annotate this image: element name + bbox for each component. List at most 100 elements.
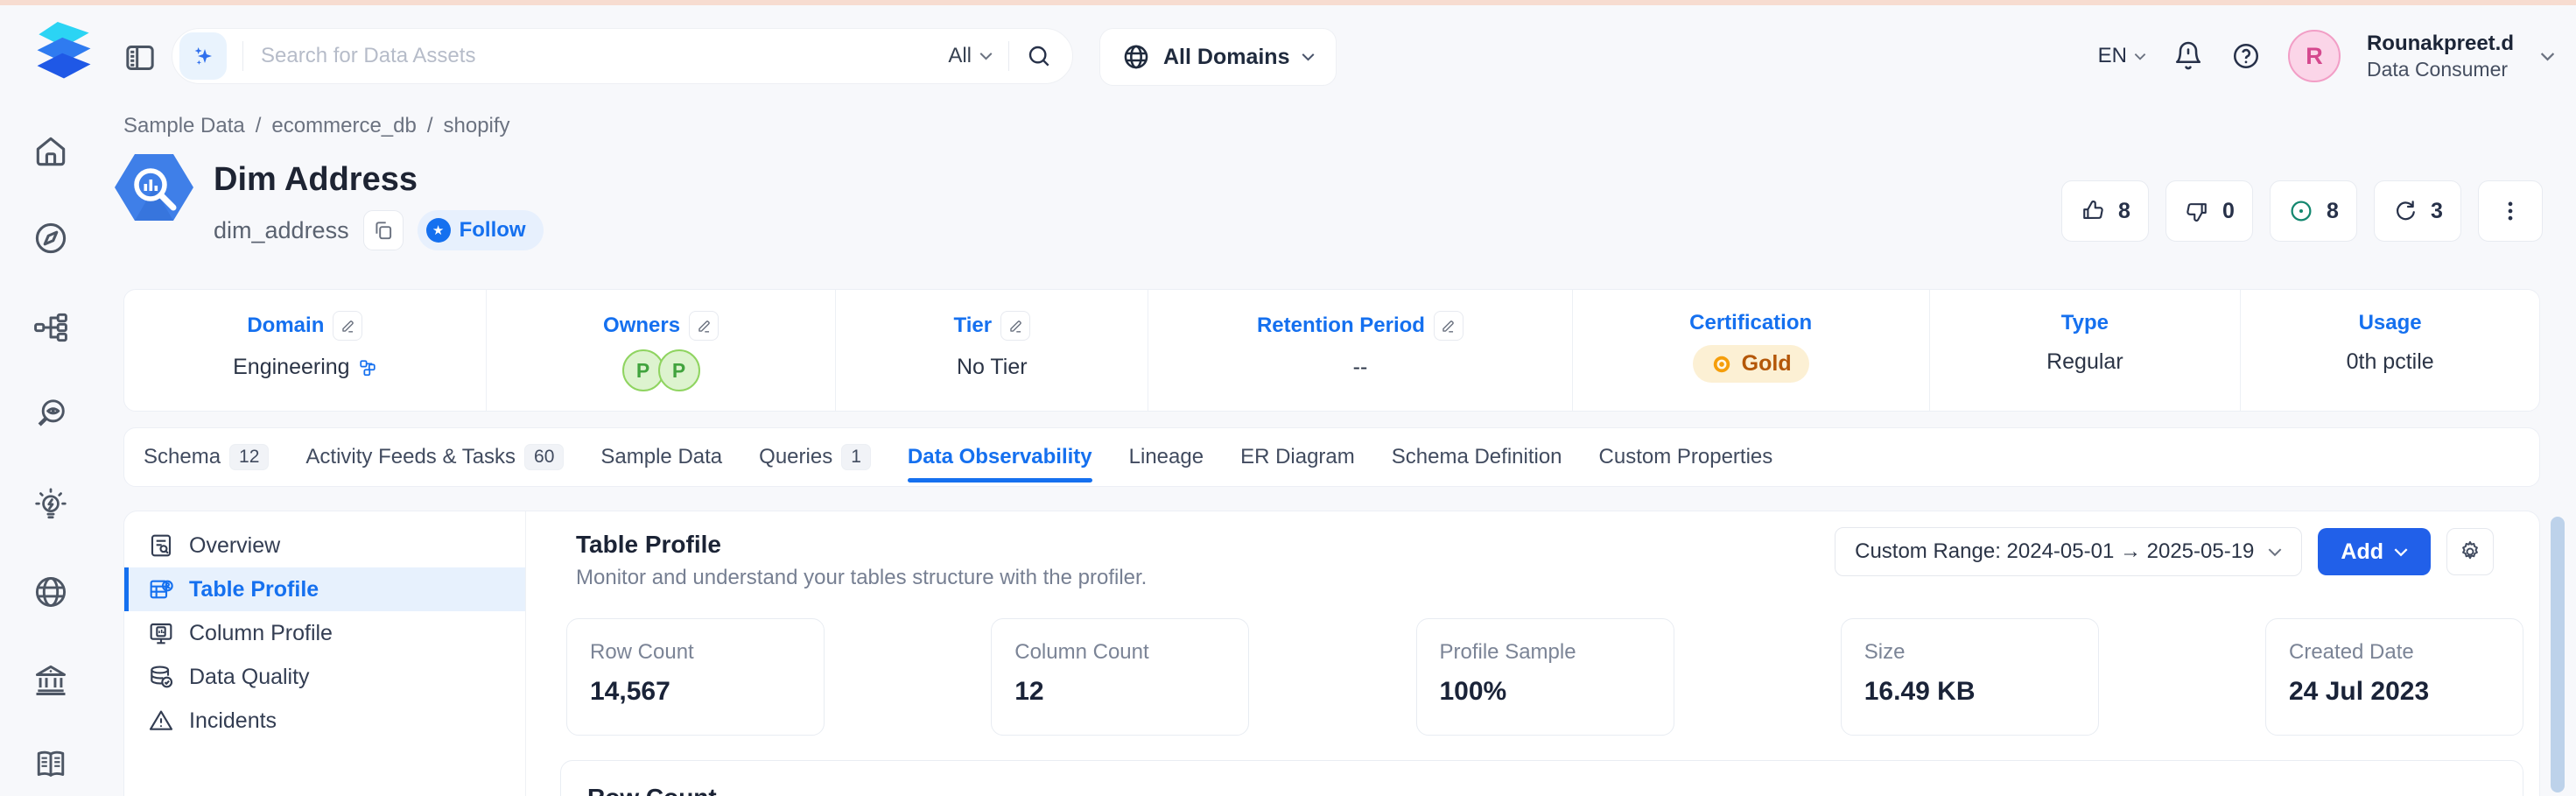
domains-hierarchy-icon[interactable] [32, 308, 70, 347]
edit-pencil-icon[interactable] [1434, 311, 1463, 341]
user-role: Data Consumer [2367, 57, 2514, 82]
user-info[interactable]: Rounakpreet.d Data Consumer [2367, 31, 2514, 82]
profiler-nav: Overview Table Profile Column Profile Da… [124, 511, 526, 796]
nav-item-incidents[interactable]: Incidents [124, 699, 525, 743]
explore-compass-icon[interactable] [32, 219, 70, 257]
next-section-title: Row Count [587, 784, 2496, 796]
stat-value: 24 Jul 2023 [2289, 677, 2500, 707]
logo-layer-bottom [38, 53, 91, 79]
tab-data-observability[interactable]: Data Observability [908, 428, 1092, 486]
notifications-bell-icon[interactable] [2172, 40, 2204, 72]
breadcrumb-item[interactable]: shopify [444, 114, 510, 138]
meta-usage: Usage 0th pctile [2241, 290, 2539, 411]
gold-medal-icon [1710, 353, 1733, 376]
profiler-controls: Custom Range: 2024-05-01 → 2025-05-19 Ad… [1835, 527, 2494, 576]
nav-item-data-quality[interactable]: Data Quality [124, 655, 525, 699]
chevron-down-icon [2268, 547, 2282, 557]
tab-schema-definition[interactable]: Schema Definition [1392, 428, 1562, 486]
search-icon[interactable] [1025, 42, 1053, 70]
tab-queries[interactable]: Queries1 [759, 428, 871, 486]
observability-panel: Overview Table Profile Column Profile Da… [123, 511, 2540, 796]
table-profile-icon [147, 575, 175, 603]
tab-er-diagram[interactable]: ER Diagram [1240, 428, 1355, 486]
tab-sample-data[interactable]: Sample Data [600, 428, 722, 486]
stat-label: Created Date [2289, 640, 2500, 665]
version-icon [2392, 198, 2418, 224]
nav-item-overview[interactable]: Overview [124, 524, 525, 567]
stat-label: Profile Sample [1440, 640, 1651, 665]
stat-card-profile-sample: Profile Sample 100% [1416, 618, 1674, 736]
web-globe-icon[interactable] [32, 573, 70, 611]
follow-button[interactable]: ★ Follow [418, 210, 544, 250]
retention-value: -- [1353, 355, 1368, 380]
stat-value: 100% [1440, 677, 1651, 707]
entity-name: dim_address [214, 217, 349, 244]
upvote-count: 8 [2118, 199, 2130, 224]
help-icon[interactable] [2230, 40, 2262, 72]
section-subtitle: Monitor and understand your tables struc… [576, 566, 1147, 590]
tab-count-badge: 60 [524, 444, 564, 470]
language-label: EN [2098, 44, 2127, 68]
divider [1008, 41, 1009, 71]
breadcrumb-separator: / [427, 114, 433, 138]
app-logo[interactable] [26, 14, 102, 89]
edit-pencil-icon[interactable] [689, 311, 719, 341]
owner-avatars: P P [622, 349, 700, 391]
user-avatar[interactable]: R [2288, 30, 2341, 82]
domain-link-icon [358, 358, 377, 377]
thumbs-down-icon [2184, 198, 2210, 224]
top-accent-strip [0, 0, 2576, 5]
tier-value: No Tier [957, 355, 1028, 380]
copy-icon[interactable] [363, 210, 404, 250]
language-selector[interactable]: EN [2098, 44, 2146, 68]
edit-pencil-icon[interactable] [333, 311, 362, 341]
topbar-right: EN R Rounakpreet.d Data Consumer [2098, 26, 2555, 86]
sidebar-toggle-icon[interactable] [123, 40, 158, 75]
settings-gear-icon[interactable] [2446, 528, 2494, 575]
stat-value: 14,567 [590, 677, 801, 707]
search-scope-dropdown[interactable]: All [948, 44, 993, 68]
all-domains-dropdown[interactable]: All Domains [1099, 28, 1337, 86]
breadcrumb-item[interactable]: Sample Data [123, 114, 245, 138]
home-icon[interactable] [32, 132, 70, 171]
certification-badge[interactable]: Gold [1693, 345, 1809, 383]
domain-label[interactable]: Domain [247, 313, 324, 338]
tab-lineage[interactable]: Lineage [1129, 428, 1204, 486]
downvote-button[interactable]: 0 [2165, 180, 2253, 242]
breadcrumb-item[interactable]: ecommerce_db [271, 114, 416, 138]
profile-stat-cards: Row Count 14,567 Column Count 12 Profile… [566, 618, 2523, 736]
followers-button[interactable]: 8 [2270, 180, 2357, 242]
followers-count: 8 [2327, 199, 2339, 224]
vertical-scrollbar[interactable] [2551, 517, 2565, 792]
tab-activity-feeds[interactable]: Activity Feeds & Tasks60 [305, 428, 564, 486]
meta-tier: Tier No Tier [836, 290, 1148, 411]
nav-item-table-profile[interactable]: Table Profile [124, 567, 525, 611]
nav-item-column-profile[interactable]: Column Profile [124, 611, 525, 655]
add-button[interactable]: Add [2318, 528, 2431, 575]
usage-label: Usage [2359, 311, 2422, 335]
owner-avatar[interactable]: P [658, 349, 700, 391]
insights-lightbulb-icon[interactable] [32, 486, 70, 525]
chevron-down-icon [1302, 53, 1315, 61]
user-name: Rounakpreet.d [2367, 31, 2514, 57]
ai-sparkle-icon[interactable] [179, 32, 227, 80]
edit-pencil-icon[interactable] [1000, 311, 1030, 341]
follow-label: Follow [460, 218, 526, 243]
search-input[interactable] [259, 43, 948, 69]
discovery-search-icon[interactable] [32, 395, 70, 433]
domain-value[interactable]: Engineering [233, 355, 376, 380]
upvote-button[interactable]: 8 [2061, 180, 2149, 242]
chevron-down-icon[interactable] [2540, 52, 2555, 61]
divider [242, 41, 243, 71]
knowledge-book-icon[interactable] [32, 745, 70, 784]
tab-custom-properties[interactable]: Custom Properties [1599, 428, 1773, 486]
more-options-kebab-icon[interactable] [2478, 180, 2543, 242]
tab-schema[interactable]: Schema12 [144, 428, 269, 486]
governance-bank-icon[interactable] [32, 660, 70, 699]
date-range-dropdown[interactable]: Custom Range: 2024-05-01 → 2025-05-19 [1835, 527, 2302, 576]
stat-card-created-date: Created Date 24 Jul 2023 [2265, 618, 2523, 736]
stat-label: Size [1864, 640, 2075, 665]
avatar-initial: R [2306, 43, 2323, 70]
version-button[interactable]: 3 [2374, 180, 2461, 242]
meta-domain: Domain Engineering [124, 290, 487, 411]
